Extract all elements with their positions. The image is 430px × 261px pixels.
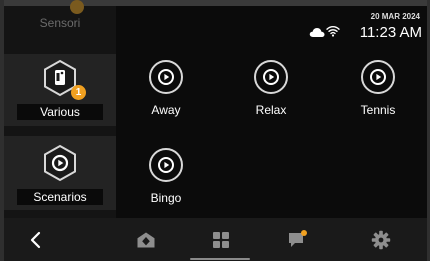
house-icon [137, 232, 155, 247]
status-bar: 20 MAR 2024 11:23 AM [336, 10, 426, 41]
play-icon [149, 148, 183, 182]
chat-icon [289, 229, 307, 247]
home-indicator[interactable] [190, 258, 250, 260]
sidebar-item-scenarios[interactable]: Scenarios [4, 136, 116, 210]
scenario-tennis[interactable]: Tennis [343, 60, 413, 117]
cloud-icon [309, 25, 325, 43]
sidebar: Sensori 1 Various Scenarios [4, 0, 116, 218]
sidebar-item-various[interactable]: 1 Various [4, 54, 116, 126]
play-icon [361, 60, 395, 94]
device-screen: Sensori 1 Various Scenarios 20 MAR 2024 … [0, 0, 430, 261]
scenario-label: Relax [255, 103, 287, 117]
messages-button[interactable] [278, 218, 318, 261]
bottom-nav-bar [4, 218, 427, 261]
sidebar-item-label: Scenarios [17, 189, 103, 205]
back-button[interactable] [16, 218, 56, 261]
sidebar-item-label: Sensori [39, 16, 81, 30]
scenario-relax[interactable]: Relax [236, 60, 306, 117]
sensori-badge-icon [70, 0, 84, 14]
play-icon [149, 60, 183, 94]
play-icon [254, 60, 288, 94]
settings-button[interactable] [361, 218, 401, 261]
scenario-bingo[interactable]: Bingo [131, 148, 201, 205]
gear-icon [371, 230, 391, 249]
scenario-label: Bingo [150, 191, 182, 205]
date-label: 20 MAR 2024 [370, 12, 420, 21]
home-button[interactable] [126, 218, 166, 261]
chevron-left-icon [30, 231, 41, 248]
scenario-away[interactable]: Away [131, 60, 201, 117]
notification-badge: 1 [71, 85, 86, 100]
scenario-label: Away [151, 103, 181, 117]
apps-button[interactable] [201, 218, 241, 261]
time-label: 11:23 AM [359, 24, 422, 41]
sidebar-item-label: Various [17, 104, 103, 120]
sidebar-item-sensori[interactable]: Sensori [4, 0, 116, 42]
scenario-label: Tennis [360, 103, 396, 117]
play-icon [41, 144, 79, 182]
grid-icon [213, 231, 229, 248]
